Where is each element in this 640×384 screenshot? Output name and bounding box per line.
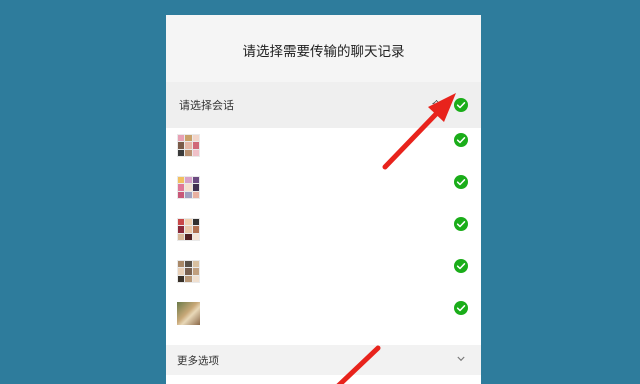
dialog-header: 请选择需要传输的聊天记录 bbox=[166, 15, 481, 82]
dialog-title: 请选择需要传输的聊天记录 bbox=[242, 43, 405, 60]
conversation-row[interactable] bbox=[166, 133, 481, 181]
select-conversations-bar: 请选择会话 全选 bbox=[166, 82, 481, 128]
group-avatar bbox=[177, 218, 200, 241]
conversation-check-icon[interactable] bbox=[454, 133, 468, 147]
conversation-row[interactable] bbox=[166, 175, 481, 223]
conversation-list[interactable] bbox=[166, 128, 481, 333]
conversation-row[interactable] bbox=[166, 217, 481, 265]
conversation-check-icon[interactable] bbox=[454, 175, 468, 189]
group-avatar bbox=[177, 260, 200, 283]
chevron-down-icon[interactable] bbox=[457, 356, 465, 362]
conversation-check-icon[interactable] bbox=[454, 301, 468, 315]
more-options-row[interactable]: 更多选项 bbox=[166, 345, 481, 375]
select-all-label[interactable]: 全选 bbox=[432, 98, 450, 111]
conversation-row[interactable] bbox=[166, 259, 481, 307]
group-avatar bbox=[177, 176, 200, 199]
select-conversations-label: 请选择会话 bbox=[179, 99, 234, 112]
avatar bbox=[177, 302, 200, 325]
select-all-check-icon[interactable] bbox=[454, 98, 468, 112]
conversation-check-icon[interactable] bbox=[454, 217, 468, 231]
transfer-dialog: 请选择需要传输的聊天记录 请选择会话 全选 更多选项 bbox=[166, 15, 481, 384]
conversation-row[interactable] bbox=[166, 301, 481, 333]
more-options-label: 更多选项 bbox=[177, 355, 219, 367]
conversation-check-icon[interactable] bbox=[454, 259, 468, 273]
group-avatar bbox=[177, 134, 200, 157]
